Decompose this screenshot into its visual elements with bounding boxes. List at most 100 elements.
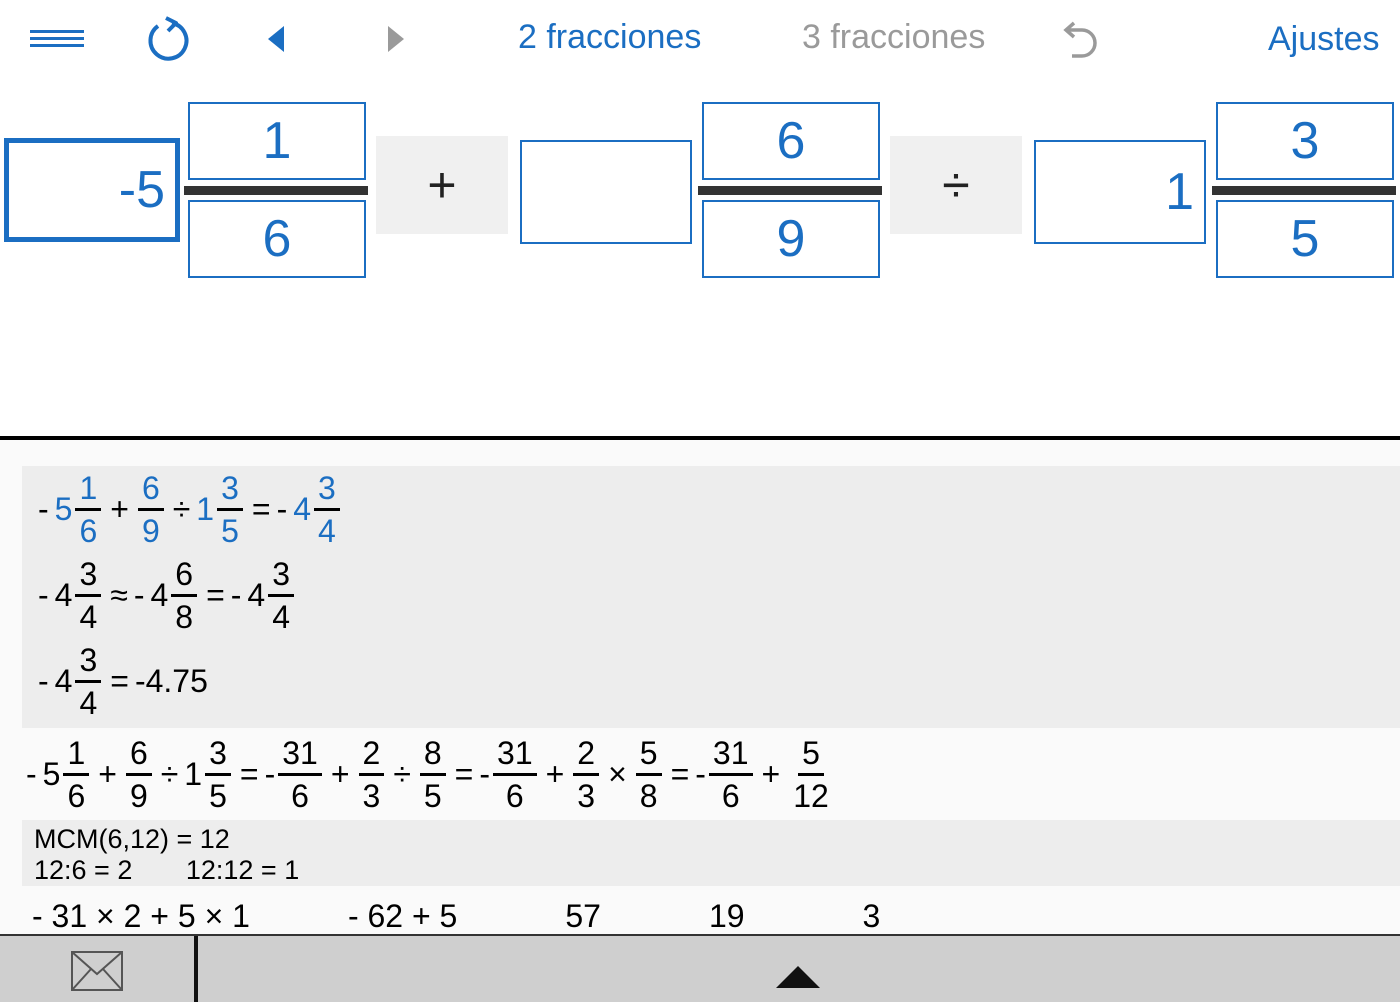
numerator-expression: 19 xyxy=(708,898,745,934)
numerator: 2 xyxy=(573,733,600,776)
denominator: 6 xyxy=(505,777,524,814)
whole: 4 xyxy=(293,490,312,527)
fraction1-bar xyxy=(184,186,368,195)
numerator: 3 xyxy=(217,468,243,511)
sign: - xyxy=(38,576,49,613)
denominator: 8 xyxy=(639,777,658,814)
denominator: 3 xyxy=(362,777,381,814)
fraction: 16 xyxy=(75,468,102,551)
undo-icon[interactable] xyxy=(1058,20,1102,60)
equals: = xyxy=(239,755,259,792)
equals: = xyxy=(110,662,129,699)
mcm-line: MCM(6,12) = 12 xyxy=(34,824,230,854)
settings-button[interactable]: Ajustes xyxy=(1268,20,1380,59)
mail-icon[interactable] xyxy=(70,950,124,992)
mcm-division: 12:12 = 1 xyxy=(185,855,300,885)
fraction: 23 xyxy=(573,733,600,816)
numerator-expression: 57 xyxy=(565,898,601,934)
fraction1-whole-input[interactable]: -5 xyxy=(4,138,180,242)
numerator: 3 xyxy=(205,733,231,776)
fraction: 35 xyxy=(205,733,231,816)
fraction: 34 xyxy=(314,468,340,551)
fraction2-whole-input[interactable] xyxy=(520,140,692,244)
numerator-expression: - 62 + 5 xyxy=(347,898,458,934)
bottom-divider xyxy=(194,936,198,1002)
approx: ≈ xyxy=(110,576,128,613)
fraction: 31 6 xyxy=(493,733,537,816)
whole: 4 xyxy=(247,576,266,613)
prev-icon[interactable] xyxy=(262,22,290,56)
mcm-division-line: 12:6 = 2 12:12 = 1 xyxy=(34,855,299,886)
results-panel[interactable]: - 5 16 + 69 ÷ 1 35 = - 4 34 - 4 34 ≈ - 4… xyxy=(0,440,1400,934)
numerator-expression: 3 xyxy=(862,898,881,934)
operator1-button[interactable]: + xyxy=(376,136,508,234)
whole: 1 xyxy=(184,755,203,792)
denominator: 4 xyxy=(272,598,290,635)
fraction: 85 xyxy=(419,733,446,816)
fraction1-numerator-input[interactable]: 1 xyxy=(188,102,366,180)
denominator: 4 xyxy=(79,598,98,635)
fraction: 68 xyxy=(171,554,198,637)
operator: × xyxy=(608,755,627,792)
result-line-1: - 5 16 + 69 ÷ 1 35 = - 4 34 xyxy=(32,466,343,552)
equals: = xyxy=(206,576,225,613)
operator: ÷ xyxy=(172,490,191,527)
mcm-block: MCM(6,12) = 12 12:6 = 2 12:12 = 1 xyxy=(34,824,299,886)
numerator: 3 xyxy=(268,554,294,597)
numerator-expression: - 31 × 2 + 5 × 1 xyxy=(32,898,250,934)
whole: 5 xyxy=(42,755,61,792)
fraction: 34 xyxy=(75,554,102,637)
sign: - xyxy=(230,576,242,613)
up-arrow-icon[interactable] xyxy=(774,964,822,990)
reload-icon[interactable] xyxy=(144,16,194,64)
denominator: 9 xyxy=(129,777,148,814)
denominator: 6 xyxy=(721,777,740,814)
operator2-button[interactable]: ÷ xyxy=(890,136,1022,234)
denominator: 3 xyxy=(577,777,596,814)
numerator: 8 xyxy=(419,733,446,776)
fraction: 69 xyxy=(125,733,152,816)
fraction: 16 xyxy=(63,733,90,816)
fraction2-denominator-input[interactable]: 9 xyxy=(702,200,880,278)
fraction3-whole-input[interactable]: 1 xyxy=(1034,140,1206,244)
denominator: 5 xyxy=(423,777,442,814)
tab-two-fractions[interactable]: 2 fracciones xyxy=(518,18,701,57)
bottom-bar xyxy=(0,934,1400,1002)
equals: = xyxy=(251,490,271,527)
fraction3-numerator-input[interactable]: 3 xyxy=(1216,102,1394,180)
numerator: 31 xyxy=(493,733,537,776)
fraction: 34 xyxy=(75,640,102,723)
tab-three-fractions[interactable]: 3 fracciones xyxy=(802,18,985,57)
result-line-3: - 4 34 = -4.75 xyxy=(32,638,208,724)
equals: = xyxy=(454,755,474,792)
whole: 5 xyxy=(54,490,73,527)
operator: + xyxy=(98,755,117,792)
numerator: 3 xyxy=(75,554,102,597)
fraction: 5 12 xyxy=(789,733,833,816)
fraction: 23 xyxy=(358,733,385,816)
fraction1-denominator-input[interactable]: 6 xyxy=(188,200,366,278)
fraction: 69 xyxy=(137,468,164,551)
numerator: 5 xyxy=(635,733,662,776)
sign: - xyxy=(133,576,145,613)
menu-icon[interactable] xyxy=(30,28,84,48)
sign: - xyxy=(264,755,276,792)
fraction3-denominator-input[interactable]: 5 xyxy=(1216,200,1394,278)
fraction2-bar xyxy=(698,186,882,195)
result-line-5: - 31 × 2 + 5 × 1 - 62 + 5 57 19 3 xyxy=(32,898,880,934)
fraction: 35 xyxy=(217,468,243,551)
numerator: 1 xyxy=(75,468,102,511)
numerator: 31 xyxy=(278,733,322,776)
next-icon[interactable] xyxy=(382,22,410,56)
denominator: 6 xyxy=(67,777,86,814)
whole: 1 xyxy=(196,490,215,527)
operator: ÷ xyxy=(393,755,411,792)
toolbar: 2 fracciones 3 fracciones Ajustes xyxy=(0,0,1400,80)
numerator: 6 xyxy=(125,733,152,776)
mcm-division: 12:6 = 2 xyxy=(34,855,133,885)
fraction2-numerator-input[interactable]: 6 xyxy=(702,102,880,180)
numerator: 6 xyxy=(137,468,164,511)
operator: + xyxy=(110,490,129,527)
sign: - xyxy=(479,755,491,792)
numerator: 31 xyxy=(708,733,753,776)
